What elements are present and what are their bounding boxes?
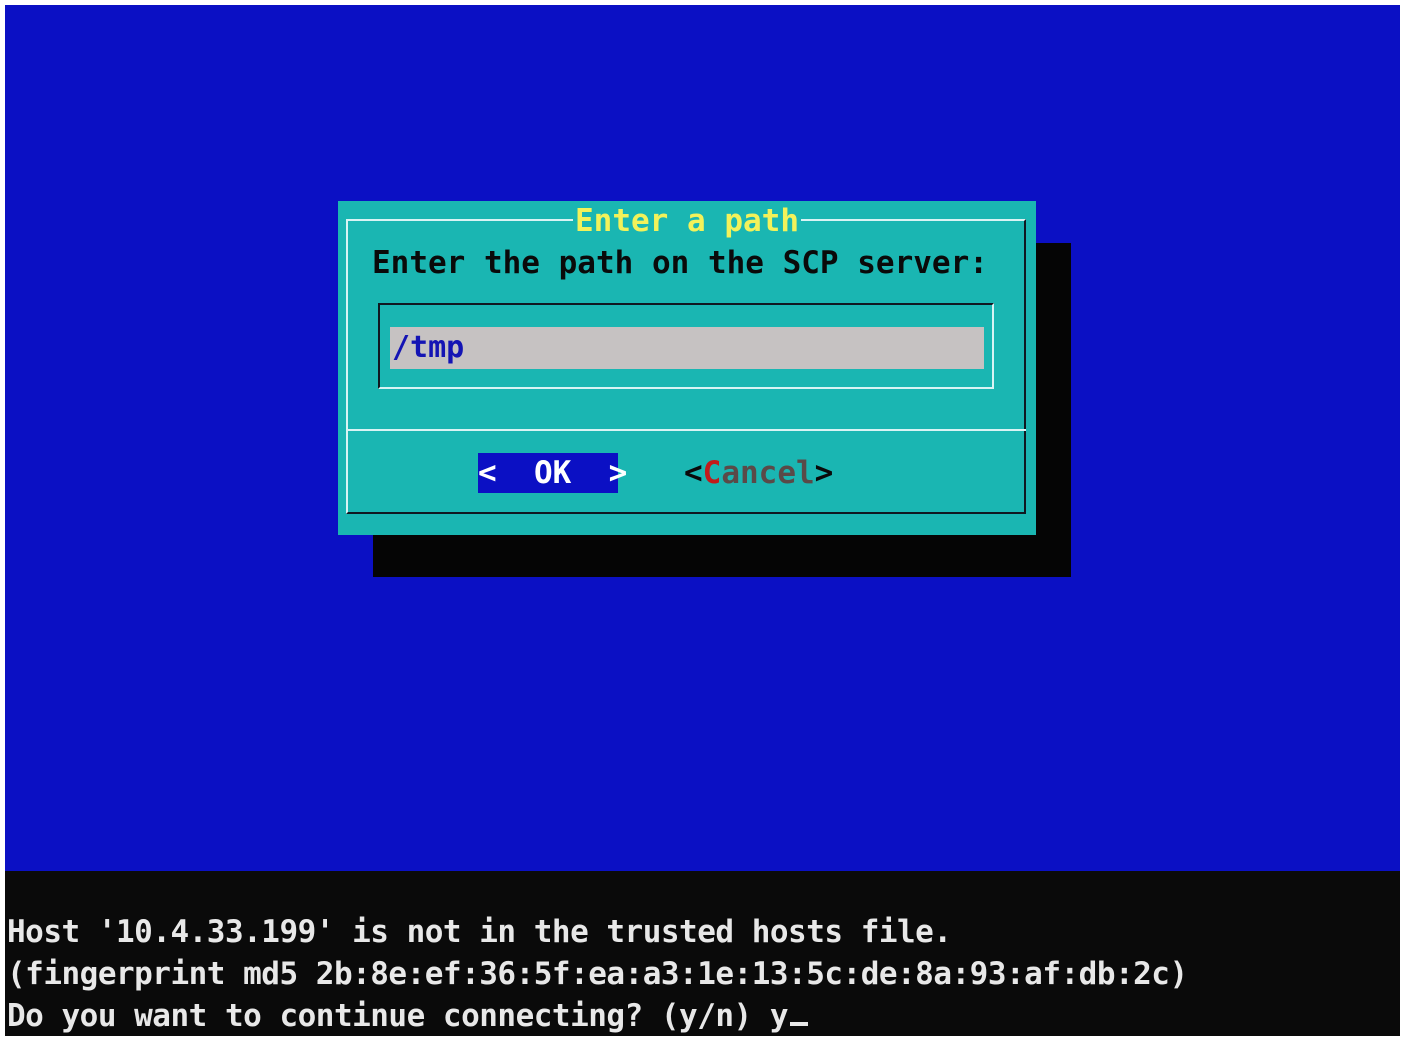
console-prompt-line[interactable]: Do you want to continue connecting? (y/n… — [7, 995, 1188, 1037]
console-line: Do you want to continue connecting? (y/n… — [7, 998, 789, 1034]
cancel-right-bracket: > — [814, 455, 834, 491]
installer-screen: Enter a path Enter the path on the SCP s… — [0, 0, 1407, 1036]
console-line: Host '10.4.33.199' is not in the trusted… — [7, 914, 952, 950]
console-area: Host '10.4.33.199' is not in the trusted… — [5, 871, 1400, 1036]
enter-path-dialog: Enter a path Enter the path on the SCP s… — [338, 201, 1036, 535]
cancel-left-bracket: < — [684, 455, 703, 491]
ok-label: OK — [534, 455, 572, 491]
button-separator — [348, 429, 1026, 431]
path-input[interactable] — [390, 327, 984, 369]
text-cursor — [790, 1022, 809, 1026]
cancel-button[interactable]: <Cancel> — [684, 453, 833, 493]
console-output: Host '10.4.33.199' is not in the trusted… — [7, 911, 1188, 1037]
ok-right-bracket: > — [608, 455, 628, 491]
dialog-prompt: Enter the path on the SCP server: — [372, 245, 988, 281]
dialog-title-text: Enter a path — [573, 203, 801, 239]
ok-button[interactable]: < OK > — [478, 453, 627, 493]
dialog-title: Enter a path — [338, 201, 1036, 241]
console-line: (fingerprint md5 2b:8e:ef:36:5f:ea:a3:1e… — [7, 956, 1188, 992]
cancel-label: ancel — [721, 455, 815, 491]
ok-left-bracket: < — [478, 455, 497, 491]
cancel-hotkey: C — [702, 455, 722, 491]
